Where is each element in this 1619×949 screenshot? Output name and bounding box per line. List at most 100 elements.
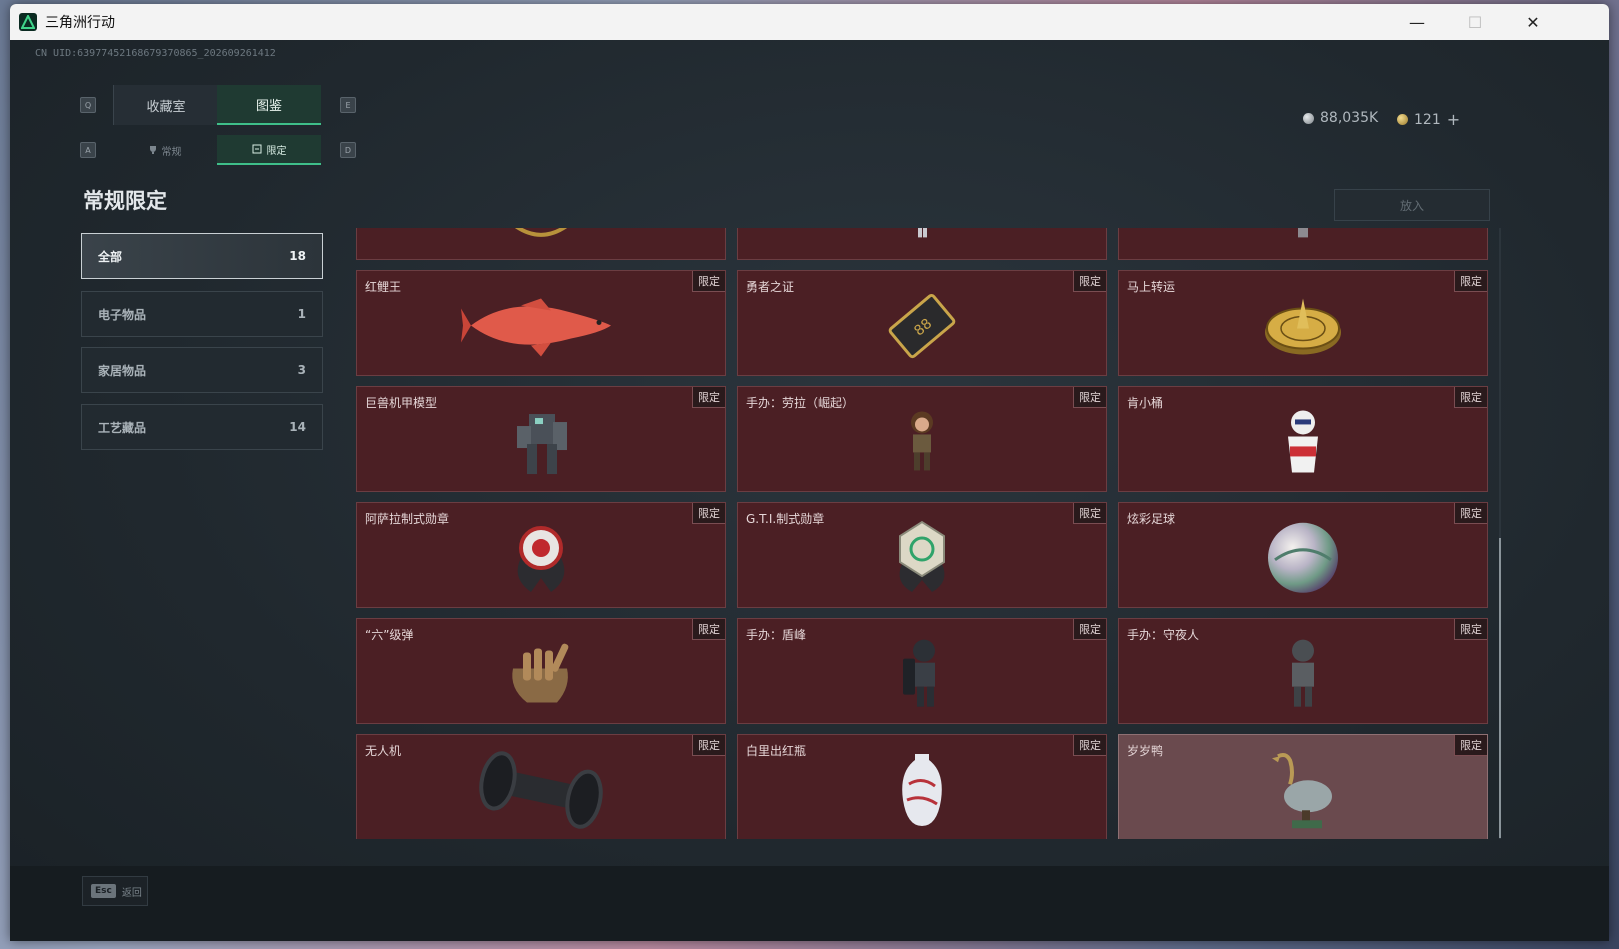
uid-label: CN UID:63977452168679370865_202609261412: [35, 48, 276, 59]
drone-roller-icon: [471, 750, 611, 834]
item-name: 巨兽机甲模型: [365, 396, 438, 410]
category-label: 电子物品: [98, 307, 147, 322]
item-card[interactable]: 无人机 限定: [356, 734, 726, 839]
limited-badge: 限定: [1454, 387, 1487, 408]
item-card[interactable]: 阿萨拉制式勋章 限定: [356, 502, 726, 608]
back-label: 返回: [121, 887, 142, 899]
bottom-bar: [10, 866, 1609, 941]
key-hint-q: Q: [80, 97, 96, 113]
key-hint-a: A: [80, 142, 96, 158]
item-card[interactable]: 炫彩足球 限定: [1118, 502, 1488, 608]
maximize-button[interactable]: ☐: [1446, 4, 1504, 40]
item-name: 无人机: [365, 744, 402, 758]
limited-badge: 限定: [692, 387, 725, 408]
esc-key-hint: Esc: [91, 884, 116, 898]
game-window: 三角洲行动 — ☐ ✕ CN UID:63977452168679370865_…: [10, 4, 1609, 941]
close-button[interactable]: ✕: [1504, 4, 1562, 40]
item-card[interactable]: 红鲤王 限定: [356, 270, 726, 376]
limited-badge: 限定: [692, 619, 725, 640]
item-name: 红鲤王: [365, 280, 402, 294]
gold-amount: 121: [1414, 111, 1441, 128]
item-card[interactable]: 手办：劳拉（崛起） 限定: [737, 386, 1107, 492]
item-name: 炫彩足球: [1127, 512, 1176, 526]
porcelain-vase-icon: [897, 750, 947, 834]
limited-badge: 限定: [1454, 735, 1487, 756]
add-currency-button[interactable]: +: [1447, 110, 1460, 129]
scrollbar-thumb[interactable]: [1499, 538, 1501, 838]
tab-catalog[interactable]: 图鉴: [217, 85, 321, 125]
app-logo-icon: [19, 13, 37, 31]
item-card[interactable]: 岁岁鸭 限定: [1118, 734, 1488, 839]
item-card[interactable]: 肯小桶 限定: [1118, 386, 1488, 492]
item-card[interactable]: 勇者之证 限定 88: [737, 270, 1107, 376]
duck-statue-icon: [1268, 748, 1338, 836]
figurine-icon: [897, 406, 947, 480]
trophy-icon: [149, 146, 156, 154]
place-button[interactable]: 放入: [1334, 189, 1490, 221]
limited-badge: 限定: [1454, 619, 1487, 640]
bucket-mascot-icon: [1278, 406, 1328, 480]
item-card[interactable]: 手办：守夜人 限定: [1118, 618, 1488, 724]
figurine-icon: [912, 228, 932, 245]
item-name: 阿萨拉制式勋章: [365, 512, 450, 526]
grid-scrollbar[interactable]: [1499, 228, 1501, 839]
limited-icon: [252, 144, 261, 154]
item-name: G.T.I.制式勋章: [746, 512, 825, 526]
gold-coin-icon: [1397, 114, 1408, 125]
subtab-limited[interactable]: 限定: [217, 135, 321, 165]
item-name: 手办：劳拉（崛起）: [746, 396, 855, 410]
category-electronics[interactable]: 电子物品 1: [81, 291, 323, 337]
limited-badge: 限定: [1073, 271, 1106, 292]
item-card[interactable]: [737, 228, 1107, 260]
figurine-icon: [1278, 637, 1328, 715]
item-name: 岁岁鸭: [1127, 744, 1164, 758]
category-label: 全部: [98, 249, 123, 264]
item-card[interactable]: 马上转运 限定: [1118, 270, 1488, 376]
item-name: “六”级弹: [365, 628, 414, 642]
category-count: 1: [297, 307, 306, 321]
category-all[interactable]: 全部 18: [81, 233, 323, 279]
item-name: 肯小桶: [1127, 396, 1164, 410]
figurine-icon: [1293, 228, 1313, 245]
category-crafts[interactable]: 工艺藏品 14: [81, 404, 323, 450]
item-name: 勇者之证: [746, 280, 795, 294]
tab-collection-room[interactable]: 收藏室: [113, 85, 218, 125]
limited-badge: 限定: [692, 271, 725, 292]
item-name: 手办：盾峰: [746, 628, 807, 642]
back-button[interactable]: Esc 返回: [82, 876, 148, 906]
category-label: 工艺藏品: [98, 420, 147, 435]
item-card[interactable]: [1118, 228, 1488, 260]
limited-badge: 限定: [692, 735, 725, 756]
limited-badge: 限定: [692, 503, 725, 524]
item-name: 马上转运: [1127, 280, 1176, 294]
medal-icon: [511, 518, 571, 602]
silver-amount: 88,035K: [1320, 110, 1379, 126]
item-name: 白里出红瓶: [746, 744, 807, 758]
item-card[interactable]: 巨兽机甲模型 限定: [356, 386, 726, 492]
item-card[interactable]: 手办：盾峰 限定: [737, 618, 1107, 724]
category-label: 家居物品: [98, 363, 147, 378]
minimize-button[interactable]: —: [1388, 4, 1446, 40]
item-card[interactable]: “六”级弹 限定: [356, 618, 726, 724]
category-home[interactable]: 家居物品 3: [81, 347, 323, 393]
subtab-regular-label: 常规: [161, 146, 182, 158]
item-card[interactable]: [356, 228, 726, 260]
silver-coin-icon: [1303, 112, 1314, 124]
figurine-icon: [897, 637, 947, 715]
bullet-hand-icon: [501, 638, 581, 712]
category-count: 14: [289, 420, 306, 434]
limited-badge: 限定: [1073, 619, 1106, 640]
limited-badge: 限定: [1073, 735, 1106, 756]
limited-badge: 限定: [1073, 387, 1106, 408]
game-content: CN UID:63977452168679370865_202609261412…: [10, 40, 1609, 941]
key-hint-e: E: [340, 97, 356, 113]
silver-currency: 88,035K: [1303, 110, 1378, 126]
iridescent-ball-icon: [1265, 520, 1341, 600]
gold-card-icon: 88: [882, 286, 962, 370]
subtab-regular[interactable]: 常规: [113, 135, 217, 165]
gold-ornament-icon: [511, 228, 571, 245]
key-hint-d: D: [340, 142, 356, 158]
item-card[interactable]: G.T.I.制式勋章 限定: [737, 502, 1107, 608]
item-card[interactable]: 白里出红瓶 限定: [737, 734, 1107, 839]
section-title: 常规限定: [83, 189, 167, 213]
